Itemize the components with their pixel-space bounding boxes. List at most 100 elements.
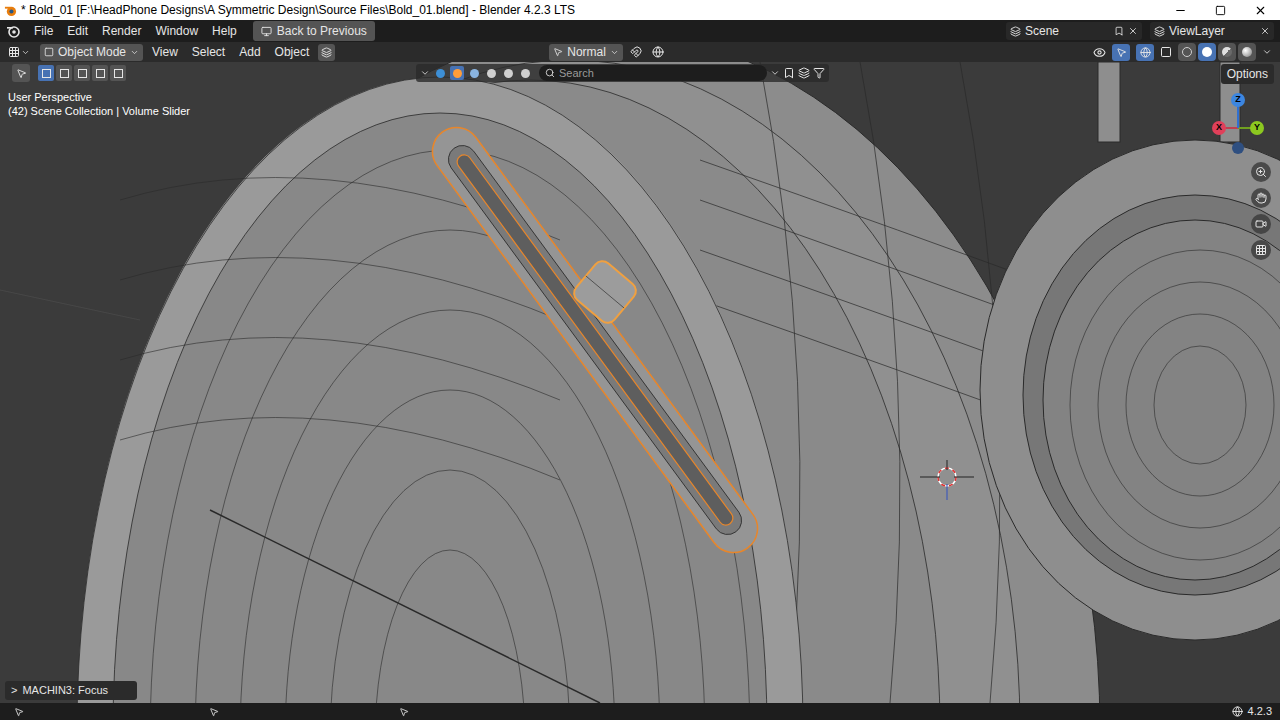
window-title: * Bold_01 [F:\HeadPhone Designs\A Symmet… (21, 1, 575, 19)
snap-button[interactable] (627, 44, 645, 61)
nav-button[interactable] (1251, 188, 1271, 208)
pivot-button[interactable] (318, 44, 335, 61)
remove-icon (1260, 26, 1270, 36)
tool-button[interactable] (12, 64, 30, 82)
close-button[interactable] (1240, 0, 1280, 20)
search-options-icon[interactable] (770, 68, 780, 78)
title-bar: * Bold_01 [F:\HeadPhone Designs\A Symmet… (0, 0, 1280, 20)
dropdown-icon (21, 48, 30, 57)
filter-type-button[interactable] (450, 66, 464, 80)
overlay-toggle[interactable] (1136, 44, 1154, 61)
navigation-gizmo[interactable]: X YZ (1206, 90, 1270, 154)
visibility-icon[interactable] (1093, 46, 1106, 59)
rendered-shading-button[interactable] (1238, 43, 1256, 61)
viewport-info: User Perspective(42) Scene Collection | … (8, 90, 190, 118)
view-layer-selector[interactable]: ViewLayer (1150, 22, 1274, 40)
filter-icon[interactable] (813, 67, 825, 79)
transform-orientation-dropdown[interactable]: Normal (549, 44, 623, 61)
select-mode-button[interactable] (56, 65, 72, 81)
shading-options-icon[interactable] (1262, 47, 1272, 57)
top-bar: FileEditRenderWindowHelp Back to Previous… (0, 20, 1280, 42)
blender-logo-icon (4, 4, 17, 17)
version-label: 4.2.3 (1248, 703, 1272, 720)
sort-icon[interactable] (798, 67, 810, 79)
nav-button[interactable] (1251, 214, 1271, 234)
editor-type-button[interactable] (8, 46, 30, 58)
filter-type-button[interactable] (467, 66, 481, 80)
x-axis-handle[interactable]: X (1212, 121, 1226, 135)
tool-settings-bar: Search (416, 64, 829, 82)
header-menu-item[interactable]: Object (270, 43, 315, 61)
filter-type-button[interactable] (518, 66, 532, 80)
wireframe-shading-button[interactable] (1178, 43, 1196, 61)
blender-menu-icon[interactable] (6, 24, 20, 38)
menu-item[interactable]: Help (206, 22, 243, 40)
pivot-icon (321, 47, 332, 58)
search-icon (545, 68, 555, 78)
select-mode-button[interactable] (38, 65, 54, 81)
scene-icon (1010, 26, 1021, 37)
header-menu-item[interactable]: Select (187, 43, 230, 61)
maximize-button[interactable] (1200, 0, 1240, 20)
nav-button[interactable] (1251, 162, 1271, 182)
last-operator-panel[interactable]: > MACHIN3: Focus (5, 681, 137, 700)
menu-item[interactable]: File (28, 22, 59, 40)
grid-icon (1255, 244, 1267, 256)
viewport[interactable]: Search Options User Perspective(42) Scene … (0, 62, 1280, 703)
collapse-icon[interactable] (420, 68, 430, 78)
filter-type-button[interactable] (501, 66, 515, 80)
nav-button[interactable] (1251, 240, 1271, 260)
gizmo-icon (1116, 47, 1127, 58)
scene-selector[interactable]: Scene (1006, 22, 1142, 40)
shading-buttons (1178, 43, 1256, 61)
mouse-middle-icon (209, 707, 219, 717)
select-mode-buttons (12, 64, 126, 82)
overlay-icon (1140, 47, 1151, 58)
dropdown-icon (130, 48, 139, 57)
status-bar: 4.2.3 (0, 703, 1280, 720)
orientation-icon (553, 47, 563, 57)
close-icon (1254, 4, 1267, 17)
navigation-buttons (1251, 162, 1271, 260)
filter-type-button[interactable] (433, 66, 447, 80)
select-mode-button[interactable] (110, 65, 126, 81)
search-field[interactable]: Search (539, 65, 767, 81)
menu-item[interactable]: Render (96, 22, 147, 40)
menu-item[interactable]: Edit (61, 22, 94, 40)
editor-type-icon (8, 46, 20, 58)
proportional-edit-button[interactable] (649, 44, 667, 61)
network-icon (1232, 706, 1243, 717)
blender-window: * Bold_01 [F:\HeadPhone Designs\A Symmet… (0, 0, 1280, 720)
expand-toggle[interactable]: > (11, 682, 17, 699)
pan-icon (1255, 192, 1267, 204)
back-to-previous-button[interactable]: Back to Previous (253, 21, 375, 41)
menu-item[interactable]: Window (149, 22, 204, 40)
mode-dropdown[interactable]: Object Mode (40, 44, 143, 61)
filter-type-button[interactable] (484, 66, 498, 80)
bookmark-icon[interactable] (783, 67, 795, 79)
screen-icon (261, 26, 272, 37)
minimize-button[interactable] (1160, 0, 1200, 20)
select-mode-button[interactable] (92, 65, 108, 81)
options-dropdown[interactable]: Options (1221, 64, 1274, 84)
snap-icon (630, 46, 642, 58)
proportional-icon (652, 46, 664, 58)
xray-icon[interactable] (1160, 46, 1172, 58)
pin-icon (1114, 26, 1124, 36)
header-menu-item[interactable]: Add (234, 43, 265, 61)
mouse-left-icon (14, 707, 24, 717)
remove-icon (1128, 26, 1138, 36)
view-name: User Perspective (8, 90, 190, 104)
header-menu-item[interactable]: View (147, 43, 183, 61)
viewport-header: Object ModeViewSelectAdd Object Normal (0, 42, 1280, 62)
headphone-model-render (0, 62, 1280, 703)
zoom-icon (1255, 166, 1267, 178)
z-axis-handle[interactable]: Z (1231, 93, 1245, 107)
solid-shading-button[interactable] (1198, 43, 1216, 61)
material-shading-button[interactable] (1218, 43, 1236, 61)
gizmo-toggle[interactable] (1112, 44, 1130, 61)
operator-label: MACHIN3: Focus (22, 682, 108, 699)
select-mode-button[interactable] (74, 65, 90, 81)
collection-info: (42) Scene Collection | Volume Slider (8, 104, 190, 118)
y-axis-handle[interactable]: Y (1250, 121, 1264, 135)
